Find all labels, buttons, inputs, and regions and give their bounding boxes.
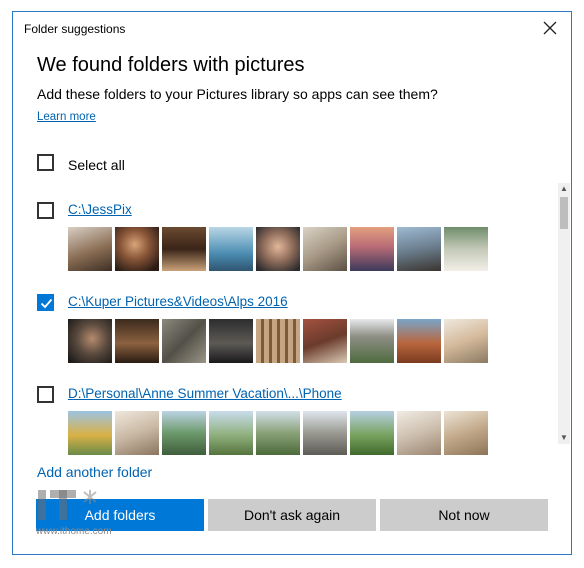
page-title: We found folders with pictures (37, 54, 305, 76)
photo-thumbnail[interactable] (162, 227, 206, 271)
close-icon[interactable] (540, 18, 560, 38)
scrollbar[interactable]: ▲ ▼ (558, 183, 570, 444)
folder-1-thumbnails (68, 227, 488, 271)
not-now-button[interactable]: Not now (380, 499, 548, 531)
checkmark-icon (40, 298, 53, 309)
scroll-down-icon[interactable]: ▼ (558, 432, 570, 444)
folder-2-thumbnails (68, 319, 488, 363)
photo-thumbnail[interactable] (115, 411, 159, 455)
scrollbar-thumb[interactable] (560, 197, 568, 229)
photo-thumbnail[interactable] (350, 227, 394, 271)
select-all-label: Select all (68, 157, 125, 173)
select-all-checkbox[interactable] (37, 154, 54, 171)
photo-thumbnail[interactable] (397, 319, 441, 363)
dont-ask-again-button[interactable]: Don't ask again (208, 499, 376, 531)
folder-1-link[interactable]: C:\JessPix (68, 202, 132, 217)
scroll-up-icon[interactable]: ▲ (558, 183, 570, 195)
photo-thumbnail[interactable] (397, 227, 441, 271)
watermark-text: www.ithome.com (36, 526, 112, 537)
photo-thumbnail[interactable] (444, 411, 488, 455)
folder-3-thumbnails (68, 411, 488, 455)
folder-3-link[interactable]: D:\Personal\Anne Summer Vacation\...\Pho… (68, 386, 342, 401)
photo-thumbnail[interactable] (256, 227, 300, 271)
photo-thumbnail[interactable] (303, 411, 347, 455)
photo-thumbnail[interactable] (68, 227, 112, 271)
photo-thumbnail[interactable] (162, 411, 206, 455)
photo-thumbnail[interactable] (115, 227, 159, 271)
photo-thumbnail[interactable] (256, 411, 300, 455)
photo-thumbnail[interactable] (444, 227, 488, 271)
window-title: Folder suggestions (24, 22, 126, 36)
photo-thumbnail[interactable] (256, 319, 300, 363)
photo-thumbnail[interactable] (209, 227, 253, 271)
learn-more-link[interactable]: Learn more (37, 111, 96, 123)
photo-thumbnail[interactable] (303, 227, 347, 271)
photo-thumbnail[interactable] (444, 319, 488, 363)
photo-thumbnail[interactable] (209, 319, 253, 363)
photo-thumbnail[interactable] (115, 319, 159, 363)
photo-thumbnail[interactable] (350, 411, 394, 455)
folder-3-checkbox[interactable] (37, 386, 54, 403)
photo-thumbnail[interactable] (162, 319, 206, 363)
folder-2-checkbox[interactable] (37, 294, 54, 311)
photo-thumbnail[interactable] (68, 319, 112, 363)
photo-thumbnail[interactable] (68, 411, 112, 455)
subtitle: Add these folders to your Pictures libra… (37, 86, 438, 102)
add-another-folder-link[interactable]: Add another folder (37, 464, 152, 480)
photo-thumbnail[interactable] (350, 319, 394, 363)
folder-2-link[interactable]: C:\Kuper Pictures&Videos\Alps 2016 (68, 294, 288, 309)
photo-thumbnail[interactable] (397, 411, 441, 455)
photo-thumbnail[interactable] (209, 411, 253, 455)
folder-1-checkbox[interactable] (37, 202, 54, 219)
photo-thumbnail[interactable] (303, 319, 347, 363)
